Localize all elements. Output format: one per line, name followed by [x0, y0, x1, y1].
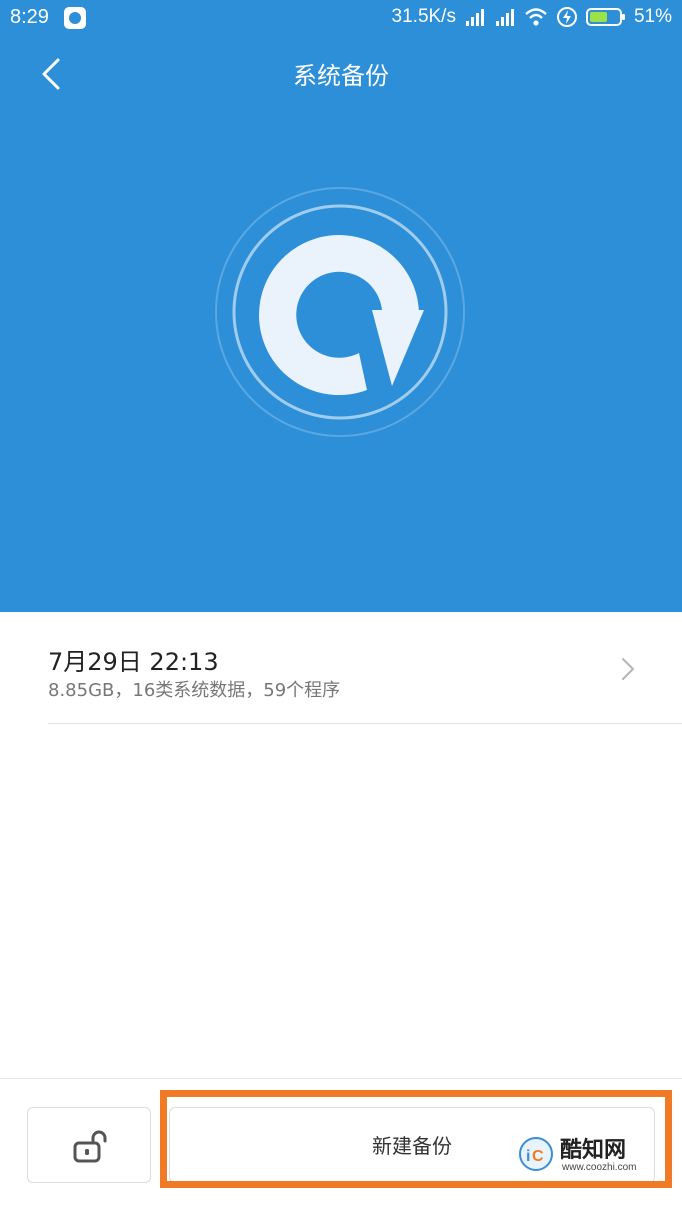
watermark-url: www.coozhi.com: [562, 1162, 637, 1173]
page-title: 系统备份: [293, 62, 389, 90]
status-bar: 8:29 31.5K/s 51%: [0, 0, 682, 36]
backup-list-item[interactable]: 7月29日 22:13: [0, 612, 682, 724]
backup-logo: [214, 186, 466, 438]
svg-text:i: i: [526, 1148, 530, 1165]
wifi-icon: [525, 8, 547, 26]
watermark-title: 酷知网: [560, 1138, 627, 1163]
watermark-logo-icon: i C: [519, 1137, 553, 1171]
status-time: 8:29: [10, 6, 49, 28]
list-divider: [48, 723, 682, 724]
backup-restore-icon: [215, 187, 465, 437]
battery-percent: 51%: [633, 6, 672, 27]
chevron-right-icon: [622, 658, 634, 680]
svg-text:C: C: [532, 1148, 544, 1165]
network-speed: 31.5K/s: [391, 6, 456, 27]
signal-hd-icon: [465, 9, 484, 26]
backup-date: 7月29日 22:13: [48, 648, 219, 676]
battery-icon: [585, 8, 625, 26]
signal-icon: [495, 9, 514, 26]
charging-icon: [556, 7, 577, 27]
lock-button[interactable]: [27, 1107, 151, 1183]
app-notification-icon: [64, 7, 86, 29]
unlock-icon: [73, 1130, 107, 1163]
bottom-bar-divider: [0, 1078, 682, 1079]
status-right: 31.5K/s 51%: [392, 6, 672, 28]
backup-detail: 8.85GB，16类系统数据，59个程序: [48, 680, 341, 701]
watermark: i C 酷知网 www.coozhi.com: [508, 1128, 666, 1182]
